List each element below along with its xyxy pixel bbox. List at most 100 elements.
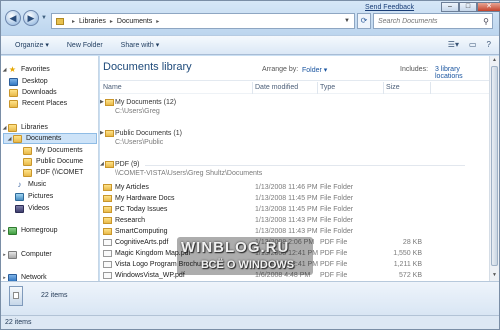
collapse-icon[interactable]: ◢	[100, 161, 104, 167]
group-name: PDF (9)	[115, 161, 140, 168]
expand-icon[interactable]: ▸	[1, 275, 8, 281]
vertical-scrollbar[interactable]: ▲ ▼	[489, 56, 499, 281]
nav-public-documents[interactable]: Public Docume	[23, 156, 98, 167]
nav-libraries[interactable]: ◢ Libraries	[1, 122, 98, 133]
breadcrumb-separator[interactable]: ▸	[156, 18, 159, 25]
search-input[interactable]	[378, 17, 478, 25]
file-row[interactable]: Research 1/13/2008 11:43 PM File Folder	[100, 216, 489, 226]
nav-favorites[interactable]: ◢ ★ Favorites	[1, 64, 98, 75]
nav-videos[interactable]: Videos	[15, 203, 98, 214]
expand-icon[interactable]: ◢	[1, 67, 8, 73]
expand-icon[interactable]: ◢	[1, 125, 8, 131]
nav-music[interactable]: ♪ Music	[15, 179, 98, 190]
documents-icon	[13, 134, 22, 143]
nav-label: Videos	[28, 205, 50, 212]
file-row[interactable]: SmartComputing 1/13/2008 11:43 PM File F…	[100, 227, 489, 237]
nav-recent-places[interactable]: Recent Places	[9, 98, 98, 109]
file-name: SmartComputing	[115, 228, 168, 235]
folder-icon	[105, 161, 114, 168]
downloads-icon	[9, 88, 18, 97]
library-icon	[9, 286, 23, 306]
folder-icon	[105, 99, 114, 106]
file-date: 1/13/2008 12:41 PM	[255, 261, 319, 268]
breadcrumb-separator[interactable]: ▸	[72, 18, 75, 25]
file-name: Magic Kingdom Map.pdf	[115, 250, 191, 257]
nav-homegroup[interactable]: ▸ Homegroup	[1, 225, 98, 236]
file-row[interactable]: Vista Logo Program Brochure 1/13/2008 12…	[100, 260, 489, 270]
file-row[interactable]: My Hardware Docs 1/13/2008 11:45 PM File…	[100, 194, 489, 204]
send-feedback-link[interactable]: Send Feedback	[365, 4, 414, 11]
file-name: WindowsVista_WP.pdf	[115, 272, 185, 279]
file-type: PDF File	[320, 261, 348, 268]
nav-label: Libraries	[21, 124, 48, 131]
breadcrumb-separator[interactable]: ▸	[110, 18, 113, 25]
help-icon[interactable]: ?	[487, 40, 491, 49]
file-row[interactable]: My Articles 1/13/2008 11:46 PM File Fold…	[100, 183, 489, 193]
window-controls: – □ ✕	[441, 2, 500, 12]
nav-desktop[interactable]: Desktop	[9, 76, 98, 87]
search-icon[interactable]: ⚲	[483, 17, 489, 26]
column-type[interactable]: Type	[320, 84, 335, 91]
address-bar[interactable]: ▸ Libraries ▸ Documents ▸ ▼	[51, 13, 355, 29]
column-headers: Name Date modified Type Size	[100, 82, 489, 94]
column-divider[interactable]	[252, 82, 253, 94]
expand-icon[interactable]: ▸	[1, 252, 8, 258]
library-locations-link[interactable]: 3 library locations	[435, 66, 489, 80]
minimize-button[interactable]: –	[441, 2, 459, 12]
search-box[interactable]: ⚲	[373, 13, 493, 29]
computer-icon	[8, 250, 17, 259]
file-date: 1/13/2008 12:41 PM	[255, 250, 319, 257]
nav-documents[interactable]: ◢ Documents	[3, 133, 97, 144]
group-public-documents[interactable]: ▶ Public Documents (1) C:\Users\Public	[100, 130, 489, 150]
nav-label: Documents	[26, 135, 62, 142]
folder-icon	[103, 195, 112, 202]
file-row[interactable]: PC Today Issues 1/13/2008 11:45 PM File …	[100, 205, 489, 215]
file-row[interactable]: Magic Kingdom Map.pdf 1/13/2008 12:41 PM…	[100, 249, 489, 259]
group-pdf[interactable]: ◢ PDF (9) \\COMET-VISTA\Users\Greg Shult…	[100, 161, 489, 181]
column-divider[interactable]	[430, 82, 431, 94]
nav-pdf[interactable]: PDF (\\COMET	[23, 167, 98, 178]
file-row[interactable]: WindowsVista_WP.pdf 1/6/2008 4:48 PM PDF…	[100, 271, 489, 281]
column-divider[interactable]	[383, 82, 384, 94]
column-date-modified[interactable]: Date modified	[255, 84, 298, 91]
group-name: Public Documents (1)	[115, 130, 182, 137]
folder-icon	[23, 157, 32, 166]
library-header: Documents library Arrange by: Folder ▾ I…	[100, 56, 489, 81]
column-size[interactable]: Size	[386, 84, 400, 91]
arrange-by-dropdown[interactable]: Folder ▾	[302, 66, 327, 74]
group-name: My Documents (12)	[115, 99, 177, 106]
column-name[interactable]: Name	[103, 84, 122, 91]
folder-icon	[103, 206, 112, 213]
breadcrumb-libraries[interactable]: Libraries	[79, 18, 106, 25]
scrollbar-thumb[interactable]	[491, 66, 498, 266]
breadcrumb-documents[interactable]: Documents	[117, 18, 152, 25]
new-folder-button[interactable]: New Folder	[67, 42, 103, 49]
file-row[interactable]: CognitiveArts.pdf 1/13/2008 2:06 PM PDF …	[100, 238, 489, 248]
forward-button[interactable]: ▶	[23, 10, 39, 26]
preview-pane-icon[interactable]: ▭	[469, 40, 477, 49]
pdf-file-icon	[103, 239, 112, 246]
address-dropdown-icon[interactable]: ▼	[344, 18, 350, 24]
nav-computer[interactable]: ▸ Computer	[1, 249, 98, 260]
collapse-icon[interactable]: ▶	[100, 130, 104, 136]
column-divider[interactable]	[317, 82, 318, 94]
close-button[interactable]: ✕	[477, 2, 500, 12]
organize-button[interactable]: Organize ▾	[15, 41, 49, 49]
back-button[interactable]: ◀	[5, 10, 21, 26]
expand-icon[interactable]: ◢	[6, 136, 13, 142]
nav-my-documents[interactable]: My Documents	[23, 145, 98, 156]
nav-pictures[interactable]: Pictures	[15, 191, 98, 202]
scroll-down-icon[interactable]: ▼	[490, 271, 499, 280]
collapse-icon[interactable]: ▶	[100, 99, 104, 105]
file-date: 1/13/2008 11:43 PM	[255, 217, 318, 224]
nav-downloads[interactable]: Downloads	[9, 87, 98, 98]
maximize-button[interactable]: □	[459, 2, 477, 12]
share-with-button[interactable]: Share with ▾	[121, 41, 160, 49]
view-options-icon[interactable]: ☰▾	[448, 40, 459, 49]
group-my-documents[interactable]: ▶ My Documents (12) C:\Users\Greg	[100, 99, 489, 119]
nav-network[interactable]: ▸ Network	[1, 272, 98, 281]
refresh-button[interactable]: ⟳	[357, 13, 371, 29]
expand-icon[interactable]: ▸	[1, 228, 8, 234]
scroll-up-icon[interactable]: ▲	[490, 56, 499, 65]
history-dropdown-icon[interactable]: ▼	[41, 15, 47, 21]
